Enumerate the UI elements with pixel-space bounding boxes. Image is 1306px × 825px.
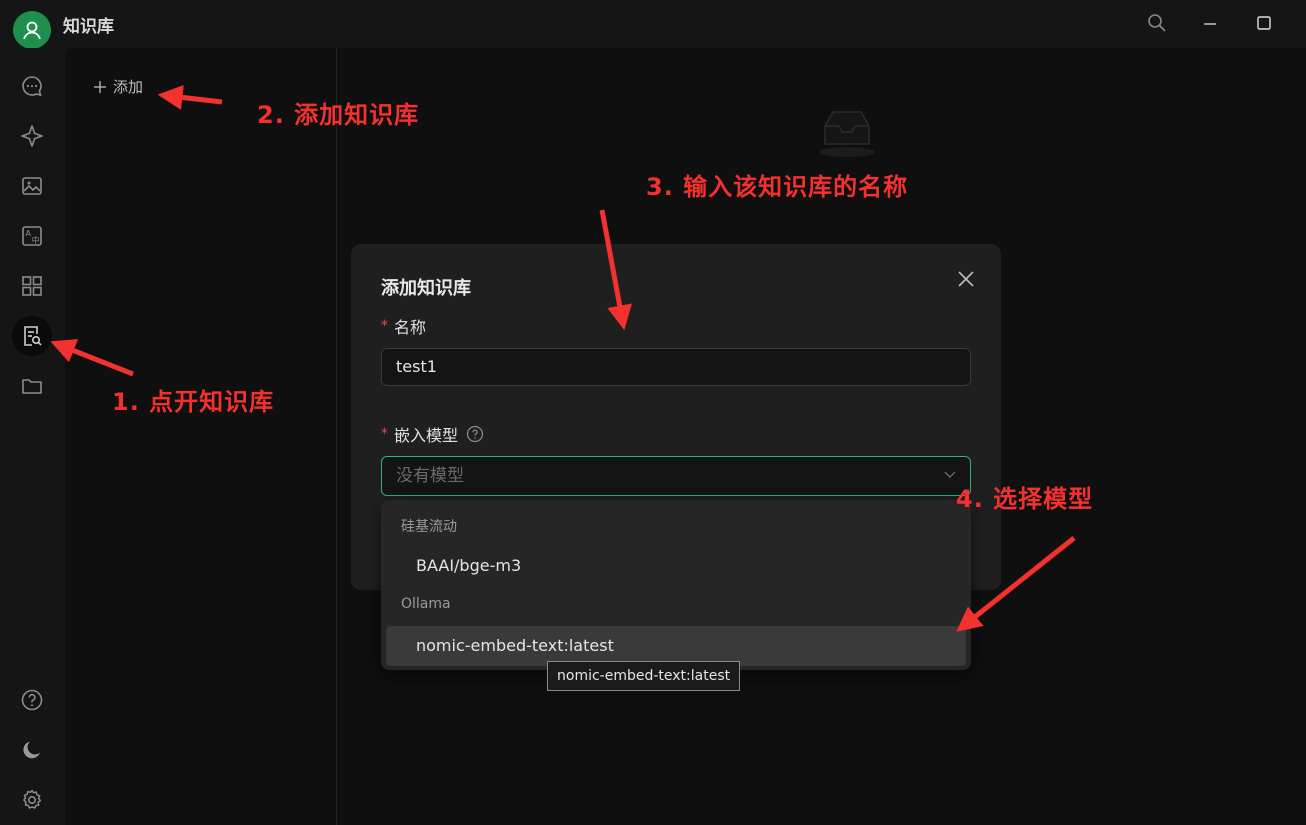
maximize-button[interactable]	[1253, 12, 1275, 34]
apps-icon	[22, 276, 42, 296]
theme-toggle[interactable]	[12, 730, 52, 770]
sidebar-item-apps[interactable]	[12, 266, 52, 306]
name-label-text: 名称	[394, 318, 427, 337]
avatar[interactable]	[13, 11, 51, 49]
title-bar: 知识库	[0, 0, 1306, 49]
embed-model-field-label: * 嵌入模型	[381, 422, 484, 446]
app-title: 知识库	[63, 17, 114, 37]
dialog-close-button[interactable]	[955, 268, 977, 290]
group-label-ollama: Ollama	[401, 596, 451, 612]
name-input[interactable]: test1	[381, 348, 971, 386]
sidebar-item-translate[interactable]: A 中	[12, 216, 52, 256]
sidebar-item-settings[interactable]	[12, 780, 52, 820]
sidebar-item-help[interactable]	[12, 680, 52, 720]
gear-icon	[23, 789, 42, 809]
option-nomic-embed-text[interactable]: nomic-embed-text:latest	[386, 626, 966, 666]
annotation-step2: 2. 添加知识库	[257, 101, 420, 129]
required-mark: *	[381, 426, 388, 442]
option-tooltip: nomic-embed-text:latest	[547, 661, 741, 691]
help-icon	[21, 689, 43, 711]
empty-inbox-icon	[815, 106, 879, 162]
help-icon[interactable]	[466, 425, 484, 443]
dialog-title: 添加知识库	[381, 278, 471, 299]
image-icon	[22, 177, 42, 195]
annotation-step3: 3. 输入该知识库的名称	[646, 173, 909, 201]
embed-model-dropdown: 硅基流动 BAAI/bge-m3 Ollama nomic-embed-text…	[381, 500, 971, 670]
annotation-step1: 1. 点开知识库	[112, 388, 275, 416]
name-field-label: * 名称	[381, 314, 426, 338]
user-icon	[23, 21, 41, 40]
add-knowledge-base-button[interactable]: 添加	[93, 76, 143, 97]
minimize-button[interactable]	[1199, 12, 1221, 34]
search-button[interactable]	[1146, 12, 1168, 34]
maximize-icon	[1257, 16, 1271, 30]
minimize-icon	[1204, 23, 1216, 25]
plus-icon	[94, 80, 106, 93]
option-bge-m3[interactable]: BAAI/bge-m3	[386, 546, 966, 586]
sidebar-item-agents[interactable]	[12, 116, 52, 156]
group-label-siliconflow: 硅基流动	[401, 519, 457, 535]
knowledge-icon	[24, 326, 42, 346]
sidebar-item-files[interactable]	[12, 366, 52, 406]
knowledge-base-list: 添加	[65, 48, 337, 825]
sparkle-icon	[21, 125, 43, 147]
embed-model-select[interactable]: 没有模型	[381, 456, 971, 496]
translate-icon: A 中	[22, 226, 42, 246]
moon-icon	[23, 741, 40, 759]
sidebar-item-chat[interactable]	[12, 66, 52, 106]
close-icon	[958, 271, 974, 287]
search-icon	[1148, 14, 1166, 32]
sidebar-item-knowledge[interactable]	[12, 316, 52, 356]
required-mark: *	[381, 318, 388, 334]
embed-label-text: 嵌入模型	[394, 426, 459, 445]
annotation-step4: 4. 选择模型	[956, 485, 1094, 513]
chat-icon	[22, 76, 42, 97]
folder-icon	[22, 379, 42, 394]
svg-text:中: 中	[32, 235, 40, 245]
sidebar-item-paintings[interactable]	[12, 166, 52, 206]
add-label: 添加	[113, 78, 144, 96]
embed-model-placeholder: 没有模型	[396, 466, 464, 486]
sidebar-rail: A 中	[0, 48, 65, 825]
